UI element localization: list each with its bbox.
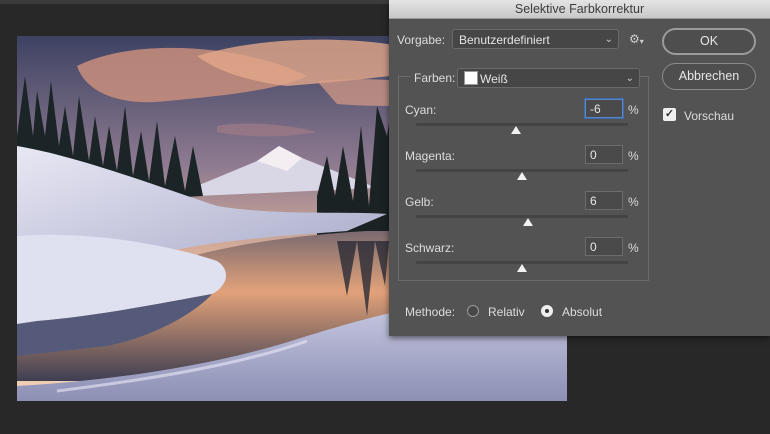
ok-button[interactable]: OK: [662, 28, 756, 55]
preview-label: Vorschau: [684, 109, 735, 123]
percent-label: %: [628, 241, 639, 255]
preview-checkbox[interactable]: ✓: [663, 108, 676, 121]
black-slider-thumb[interactable]: [517, 264, 527, 272]
black-value-input[interactable]: 0: [585, 237, 623, 256]
cyan-value-input[interactable]: -6: [585, 99, 623, 118]
colors-select[interactable]: Weiß ⌄: [457, 68, 640, 88]
cyan-slider-track[interactable]: [416, 123, 628, 126]
percent-label: %: [628, 149, 639, 163]
magenta-label: Magenta:: [405, 149, 456, 163]
percent-label: %: [628, 195, 639, 209]
method-relative-radio[interactable]: [467, 305, 479, 317]
cancel-button[interactable]: Abbrechen: [662, 63, 756, 90]
yellow-value-input[interactable]: 6: [585, 191, 623, 210]
chevron-down-icon: ⌄: [604, 34, 613, 45]
preset-label: Vorgabe:: [397, 33, 446, 47]
cyan-slider-thumb[interactable]: [510, 126, 521, 134]
magenta-slider-thumb[interactable]: [517, 172, 527, 180]
colors-value: Weiß: [480, 72, 508, 86]
method-absolute-radio[interactable]: [541, 305, 553, 317]
yellow-slider-track[interactable]: [416, 215, 628, 218]
black-label: Schwarz:: [405, 241, 455, 255]
chevron-down-icon: ⌄: [625, 73, 634, 84]
method-label: Methode:: [405, 305, 456, 319]
gear-icon[interactable]: ⚙▾: [629, 32, 644, 46]
white-swatch-icon: [464, 71, 478, 85]
preset-select[interactable]: Benutzerdefiniert ⌄: [452, 29, 619, 49]
selective-color-dialog: Selektive Farbkorrektur Vorgabe: Benutze…: [389, 0, 770, 336]
dialog-title[interactable]: Selektive Farbkorrektur: [389, 0, 770, 19]
magenta-value-input[interactable]: 0: [585, 145, 623, 164]
yellow-label: Gelb:: [405, 195, 434, 209]
percent-label: %: [628, 103, 639, 117]
checkmark-icon: ✓: [664, 108, 675, 120]
method-absolute-label: Absolut: [562, 305, 603, 319]
colors-label: Farben:: [411, 71, 459, 85]
method-relative-label: Relativ: [488, 305, 525, 319]
yellow-slider-thumb[interactable]: [523, 218, 534, 226]
cyan-label: Cyan:: [405, 103, 437, 117]
preset-value: Benutzerdefiniert: [459, 33, 550, 47]
